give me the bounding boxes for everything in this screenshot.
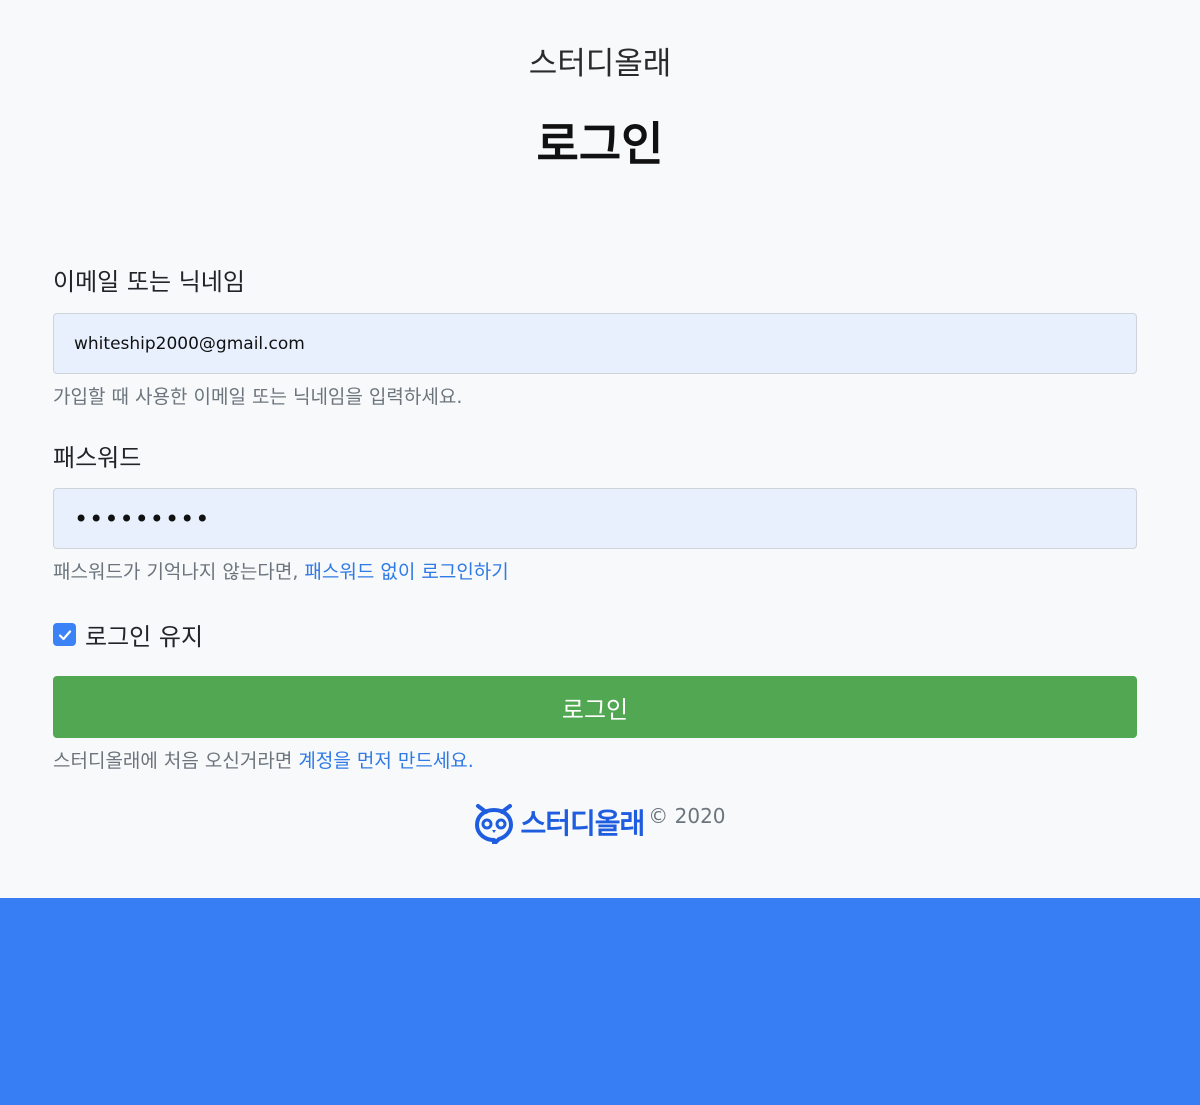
check-icon bbox=[58, 629, 71, 640]
remember-me[interactable]: 로그인 유지 bbox=[53, 617, 203, 652]
remember-label: 로그인 유지 bbox=[85, 623, 204, 651]
page-title: 로그인 bbox=[536, 117, 664, 171]
owl-logo-icon bbox=[475, 804, 514, 844]
password-mask: ••••••••• bbox=[74, 504, 211, 533]
footer-logo-text: 스터디올래 bbox=[520, 807, 645, 840]
signup-link[interactable]: 계정을 먼저 만드세요. bbox=[298, 750, 473, 772]
passwordless-login-link[interactable]: 패스워드 없이 로그인하기 bbox=[304, 561, 508, 583]
copyright: © 2020 bbox=[648, 804, 726, 828]
footer-logo: 스터디올래 bbox=[474, 800, 645, 844]
brand-name: 스터디올래 bbox=[528, 46, 672, 82]
password-input[interactable]: ••••••••• bbox=[53, 488, 1137, 549]
signup-prefix: 스터디올래에 처음 오신거라면 bbox=[53, 750, 299, 772]
signup-help-text: 스터디올래에 처음 오신거라면 계정을 먼저 만드세요. bbox=[53, 746, 474, 773]
password-label: 패스워드 bbox=[53, 444, 142, 472]
main-content: 스터디올래 로그인 이메일 또는 닉네임 가입할 때 사용한 이메일 또는 닉네… bbox=[0, 0, 1200, 898]
bottom-band bbox=[0, 898, 1200, 1105]
username-label: 이메일 또는 닉네임 bbox=[53, 268, 245, 296]
login-page: 스터디올래 로그인 이메일 또는 닉네임 가입할 때 사용한 이메일 또는 닉네… bbox=[0, 0, 1200, 1105]
password-help-text: 패스워드가 기억나지 않는다면, 패스워드 없이 로그인하기 bbox=[53, 557, 509, 584]
login-button[interactable]: 로그인 bbox=[53, 676, 1137, 738]
password-help-prefix: 패스워드가 기억나지 않는다면, bbox=[53, 561, 305, 583]
remember-checkbox[interactable] bbox=[53, 623, 76, 646]
username-help-text: 가입할 때 사용한 이메일 또는 닉네임을 입력하세요. bbox=[53, 386, 463, 408]
username-input[interactable] bbox=[53, 313, 1137, 374]
footer: 스터디올래 © 2020 bbox=[0, 800, 1200, 844]
